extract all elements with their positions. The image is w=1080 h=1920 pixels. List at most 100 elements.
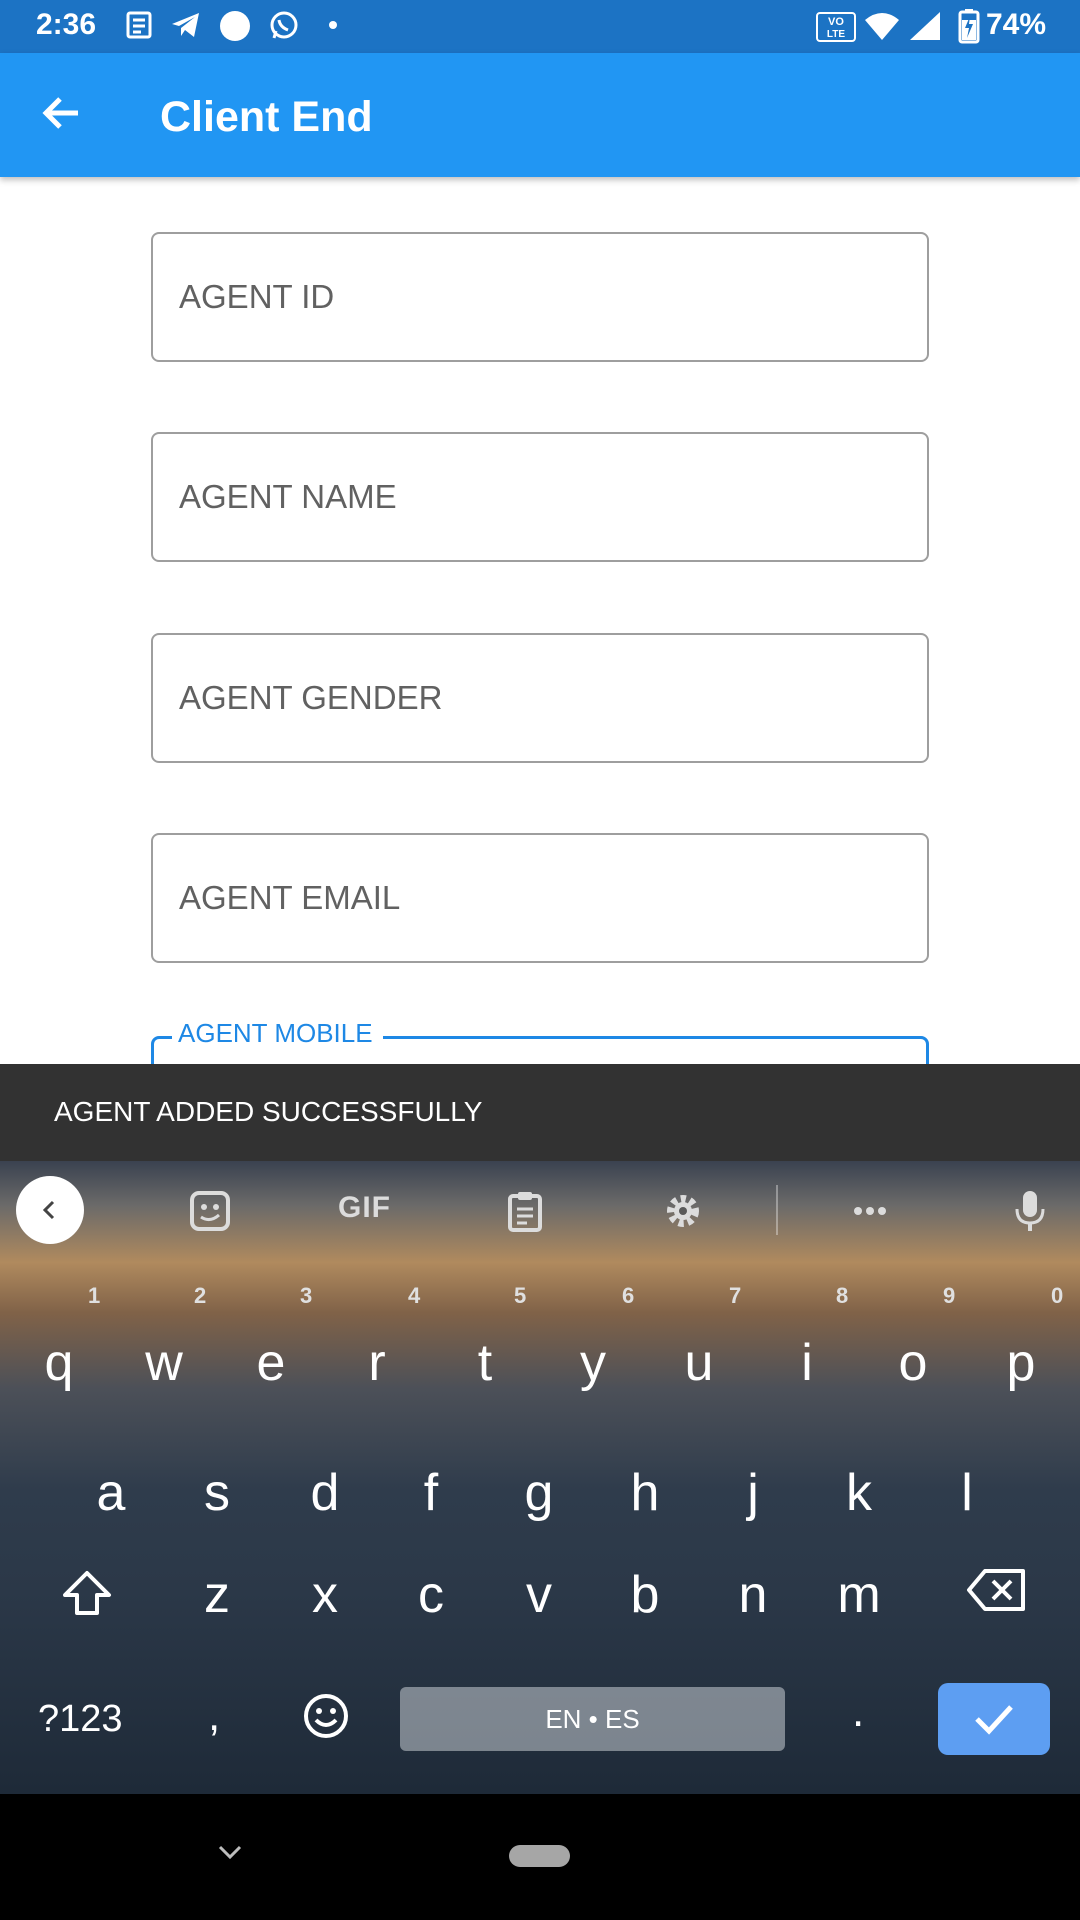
keyboard: GIF q 1 w 2 e 3 r 4 t 5 y 6 u 7 i 8 o 9 … — [0, 1161, 1080, 1794]
key-y-hint: 6 — [622, 1283, 635, 1308]
clipboard-icon — [508, 1192, 542, 1232]
space-key-label: EN • ES — [545, 1704, 640, 1734]
agent-id-placeholder: AGENT ID — [179, 278, 335, 315]
key-e-hint: 3 — [300, 1283, 313, 1308]
key-j-label: j — [747, 1464, 759, 1522]
sticker-button[interactable] — [182, 1183, 238, 1239]
backspace-icon — [967, 1569, 1025, 1611]
key-e[interactable]: e — [226, 1333, 316, 1393]
key-d-label: d — [310, 1464, 340, 1522]
key-n[interactable]: n — [708, 1565, 798, 1625]
status-time: 2:36 — [36, 8, 97, 41]
keyboard-collapse-button[interactable] — [16, 1176, 84, 1244]
period-key[interactable]: . — [852, 1687, 864, 1737]
battery-percentage: 74% — [985, 8, 1046, 41]
key-l[interactable]: l — [922, 1463, 1012, 1523]
key-h[interactable]: h — [600, 1463, 690, 1523]
key-u[interactable]: u — [654, 1333, 744, 1393]
key-z-label: z — [204, 1566, 230, 1624]
key-v[interactable]: v — [494, 1565, 584, 1625]
mic-icon — [1015, 1191, 1045, 1231]
snackbar: AGENT ADDED SUCCESSFULLY — [0, 1064, 1080, 1161]
key-n-label: n — [738, 1566, 768, 1624]
key-y-label: y — [580, 1334, 606, 1392]
key-m-label: m — [837, 1566, 881, 1624]
key-x[interactable]: x — [280, 1565, 370, 1625]
key-a[interactable]: a — [66, 1463, 156, 1523]
key-p[interactable]: p — [976, 1333, 1066, 1393]
enter-key[interactable] — [938, 1683, 1050, 1755]
key-b[interactable]: b — [600, 1565, 690, 1625]
key-j[interactable]: j — [708, 1463, 798, 1523]
key-p-hint: 0 — [1051, 1283, 1064, 1308]
mic-button[interactable] — [1002, 1183, 1058, 1239]
dot-icon — [329, 21, 337, 29]
more-button[interactable] — [842, 1183, 898, 1239]
agent-email-field[interactable]: AGENT EMAIL — [151, 833, 929, 963]
comma-key[interactable]: , — [208, 1691, 220, 1741]
back-button[interactable] — [30, 81, 94, 145]
key-r-label: r — [368, 1334, 386, 1392]
key-s[interactable]: s — [172, 1463, 262, 1523]
key-g-label: g — [524, 1464, 554, 1522]
key-g[interactable]: g — [494, 1463, 584, 1523]
snackbar-message: AGENT ADDED SUCCESSFULLY — [54, 1096, 483, 1127]
news-icon — [126, 11, 152, 39]
nav-down-icon[interactable] — [212, 1834, 248, 1870]
key-i[interactable]: i — [762, 1333, 852, 1393]
agent-name-field[interactable]: AGENT NAME — [151, 432, 929, 562]
key-o-label: o — [898, 1334, 928, 1392]
settings-button[interactable] — [655, 1183, 711, 1239]
key-o-hint: 9 — [943, 1283, 956, 1308]
space-key[interactable]: EN • ES — [400, 1687, 785, 1751]
backspace-key[interactable] — [962, 1565, 1032, 1625]
svg-text:VO: VO — [828, 16, 844, 28]
key-r-hint: 4 — [408, 1283, 421, 1308]
key-d[interactable]: d — [280, 1463, 370, 1523]
battery-charging-icon — [958, 9, 980, 44]
signal-icon — [910, 12, 940, 40]
clipboard-button[interactable] — [497, 1183, 553, 1239]
wifi-icon — [865, 13, 899, 40]
key-w-hint: 2 — [194, 1283, 207, 1308]
agent-email-placeholder: AGENT EMAIL — [179, 879, 401, 916]
key-z[interactable]: z — [172, 1565, 262, 1625]
agent-gender-placeholder: AGENT GENDER — [179, 679, 443, 716]
key-y[interactable]: y — [548, 1333, 638, 1393]
key-u-hint: 7 — [729, 1283, 742, 1308]
key-c[interactable]: c — [386, 1565, 476, 1625]
key-o[interactable]: o — [868, 1333, 958, 1393]
agent-gender-field[interactable]: AGENT GENDER — [151, 633, 929, 763]
key-f[interactable]: f — [386, 1463, 476, 1523]
arrow-back-icon — [42, 97, 78, 129]
key-f-label: f — [423, 1464, 439, 1522]
key-x-label: x — [312, 1566, 338, 1624]
shift-key[interactable] — [52, 1563, 122, 1633]
checkmark-icon — [975, 1705, 1013, 1735]
agent-id-field[interactable]: AGENT ID — [151, 232, 929, 362]
key-l-label: l — [961, 1464, 973, 1522]
agent-mobile-label: AGENT MOBILE — [172, 1018, 383, 1049]
home-pill-icon[interactable] — [509, 1845, 570, 1867]
key-m[interactable]: m — [814, 1565, 904, 1625]
key-k[interactable]: k — [814, 1463, 904, 1523]
agent-name-placeholder: AGENT NAME — [179, 478, 397, 515]
key-e-label: e — [256, 1334, 286, 1392]
key-w[interactable]: w — [119, 1333, 209, 1393]
key-t-hint: 5 — [514, 1283, 527, 1308]
key-k-label: k — [846, 1464, 872, 1522]
emoji-key[interactable] — [298, 1691, 354, 1747]
settings-icon — [667, 1195, 699, 1227]
collapse-icon — [42, 1200, 55, 1220]
more-icon — [854, 1207, 886, 1215]
symbols-key[interactable]: ?123 — [38, 1698, 123, 1741]
key-q[interactable]: q — [14, 1333, 104, 1393]
keyboard-toolbar: GIF — [0, 1161, 1080, 1261]
navigation-bar — [0, 1794, 1080, 1920]
gif-button[interactable]: GIF — [338, 1191, 391, 1225]
telegram-icon — [172, 13, 199, 37]
key-v-label: v — [526, 1566, 552, 1624]
key-t[interactable]: t — [440, 1333, 530, 1393]
app-bar: Client End — [0, 53, 1080, 177]
key-r[interactable]: r — [332, 1333, 422, 1393]
